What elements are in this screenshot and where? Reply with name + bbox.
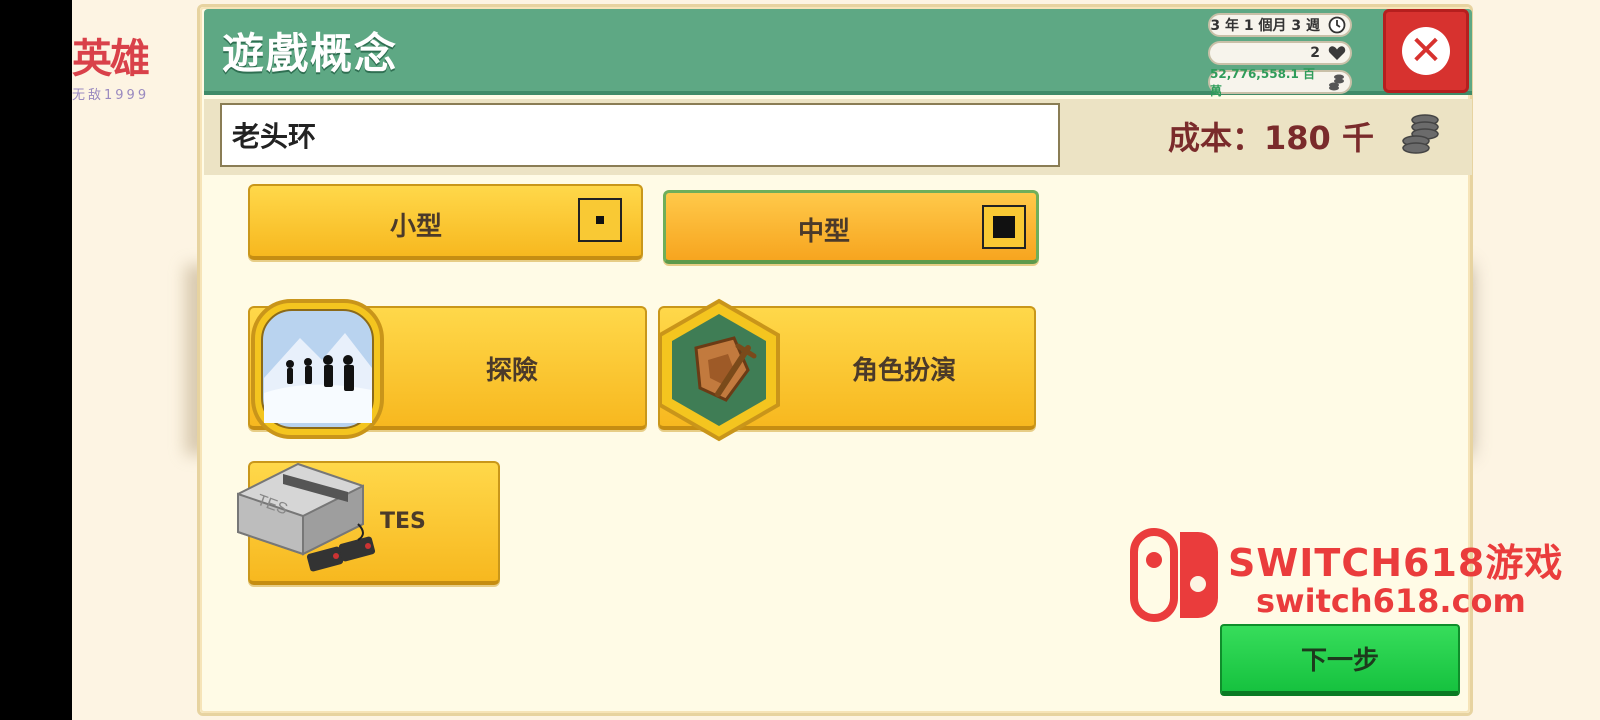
clock-icon: [1328, 16, 1346, 34]
watermark: SWITCH618游戏 switch618.com: [1128, 526, 1588, 626]
time-stat: 3 年 1 個月 3 週: [1208, 13, 1352, 37]
corner-logo-title: 英雄: [72, 35, 150, 82]
fans-stat: 2: [1208, 41, 1352, 65]
fans-stat-value: 2: [1310, 45, 1320, 61]
cost-label: 成本：180 千: [1168, 119, 1374, 157]
close-button[interactable]: ✕: [1383, 9, 1469, 93]
time-stat-value: 3 年 1 個月 3 週: [1210, 18, 1320, 34]
watermark-url: switch618.com: [1256, 582, 1526, 620]
game-name-input[interactable]: [220, 103, 1060, 167]
hikers-icon: [250, 298, 385, 440]
close-icon: ✕: [1402, 27, 1450, 75]
size-small-button[interactable]: 小型: [248, 184, 643, 260]
size-medium-indicator: [982, 205, 1026, 249]
size-medium-button[interactable]: 中型: [663, 190, 1039, 264]
size-medium-label: 中型: [798, 217, 851, 247]
heart-icon: [1328, 44, 1346, 62]
dialog-title: 遊戲概念: [222, 29, 399, 78]
genre-rpg-label: 角色扮演: [852, 356, 957, 386]
corner-logo: 英雄 无敌1999: [72, 26, 167, 106]
money-stat-value: 52,776,558.1 百萬: [1210, 67, 1316, 98]
next-button[interactable]: 下一步: [1220, 624, 1460, 696]
shield-sword-icon: [656, 298, 782, 442]
watermark-title: SWITCH618游戏: [1228, 541, 1564, 585]
size-small-label: 小型: [390, 212, 443, 242]
money-stat: 52,776,558.1 百萬: [1208, 67, 1352, 98]
genre-adventure-label: 探險: [486, 356, 539, 386]
coins-icon: [1328, 73, 1346, 91]
switch-logo-icon: [1130, 528, 1218, 622]
size-small-indicator: [578, 198, 622, 242]
coin-stack-icon: [1401, 113, 1441, 155]
corner-logo-subtitle: 无敌1999: [72, 88, 150, 103]
console-icon: TES: [228, 454, 388, 594]
